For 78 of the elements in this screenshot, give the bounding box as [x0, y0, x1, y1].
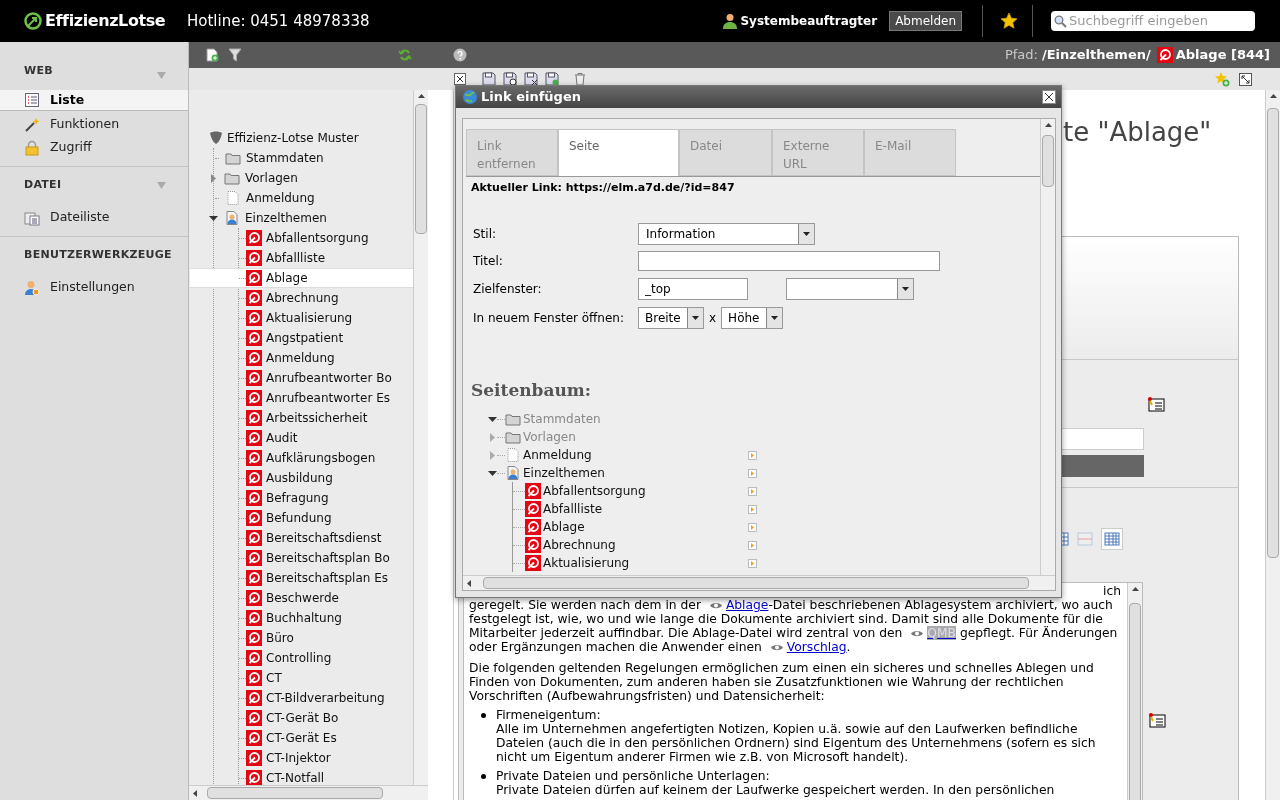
field-label: In neuem Fenster öffnen: — [473, 309, 625, 327]
page-heading: te "Ablage" — [1063, 115, 1212, 149]
tree-item[interactable]: Abfallentsorgung — [543, 482, 646, 500]
tree-item[interactable]: Ablage — [190, 268, 413, 288]
tree-item[interactable]: Angstpatient — [190, 328, 413, 348]
list-item-text: Private Dateien dürfen auf keinem der Laufwerke gespeichert werden. In den persönlichen — [496, 783, 1055, 797]
tree-item[interactable]: Audit — [190, 428, 413, 448]
section-heading: BENUTZERWERKZEUGE — [24, 247, 172, 264]
tree-item[interactable]: Büro — [190, 628, 413, 648]
field-label: Stil: — [473, 225, 498, 243]
link[interactable]: Ablage — [725, 598, 769, 612]
tree-item[interactable]: Abrechnung — [190, 288, 413, 308]
tree-item[interactable]: Abrechnung — [543, 536, 616, 554]
field-label: Titel: — [473, 252, 504, 270]
tree-item[interactable]: Anrufbeantworter Bo — [190, 368, 413, 388]
tree-item[interactable]: Arbeitssicherheit — [190, 408, 413, 428]
list-item-title: Private Dateien und persönliche Unterlagen: — [496, 769, 771, 783]
tree-item[interactable]: Ausbildung — [190, 468, 413, 488]
tree-item[interactable]: Aktualisierung — [190, 308, 413, 328]
path-folder[interactable]: /Einzelthemen/ — [1041, 45, 1151, 65]
link[interactable]: Vorschlag — [786, 640, 847, 654]
dialog-title: Link einfügen — [481, 88, 581, 107]
tree-item[interactable]: Anrufbeantworter Es — [190, 388, 413, 408]
field-label: Zielfenster: — [473, 280, 543, 298]
hotline-text: Hotline: 0451 48978338 — [187, 10, 370, 32]
paragraph: geregelt. Sie werden nach dem in der Ablage-Datei beschriebenen Ablagesystem archiviert, wo auch festgelegt ist, wie, wo und wie lange die Dokumente archiviert sind. Damit sind alle Dokumente für die Mitarbeiter jederzeit auffindbar. Die Ablage-Datei wird zentral von den QMB gepflegt. Für Änderungen oder Ergänzungen machen die Anwender einen Vorschlag. — [469, 598, 1119, 654]
logout-button[interactable]: Abmelden — [889, 11, 962, 31]
search-field[interactable]: Suchbegriff eingeben — [1051, 11, 1255, 31]
tree-item[interactable]: Beschwerde — [190, 588, 413, 608]
tree-item[interactable]: Anmeldung — [209, 188, 413, 208]
tree-item[interactable]: Befragung — [190, 488, 413, 508]
dropdown[interactable]: Breite — [638, 306, 704, 329]
path-page[interactable]: Ablage [844] — [1175, 45, 1270, 65]
tree-item[interactable]: Befundung — [190, 508, 413, 528]
tree-item[interactable]: CT-Bildverarbeitung — [190, 688, 413, 708]
sidebar-item[interactable]: Dateiliste — [0, 206, 188, 229]
tree-item[interactable]: Einzelthemen — [209, 208, 413, 228]
tree-item[interactable]: Abfallentsorgung — [190, 228, 413, 248]
section-heading: WEB — [24, 62, 53, 79]
logo-text[interactable]: EffizienzLotse — [45, 9, 166, 33]
tree-item[interactable]: Bereitschaftsdienst — [190, 528, 413, 548]
paragraph: Die folgenden geltenden Regelungen ermöglichen zum einen ein sicheres und schnelles Ablegen und Finden von Dokumenten, zum anderen haben sie Zusatzfunktionen wie Wahrung der rechtlichen Vorschriften (Aufbewahrungsfristen) und Datensicherheit: — [469, 661, 1095, 703]
tree-item[interactable]: Aktualisierung — [543, 554, 630, 572]
tree-item[interactable]: Abfallliste — [190, 248, 413, 268]
tree-item[interactable]: Abfallliste — [543, 500, 603, 518]
tree-item[interactable]: CT-Injektor — [190, 748, 413, 768]
separator-text: x — [709, 309, 717, 327]
sidebar-item[interactable]: Zugriff — [0, 136, 188, 159]
sidebar-item[interactable]: Funktionen — [0, 113, 188, 136]
dropdown[interactable]: Höhe — [721, 306, 784, 329]
tree-item[interactable]: Stammdaten — [209, 148, 413, 168]
tree-item[interactable]: Ablage — [543, 518, 585, 536]
text-fragment: ich — [1103, 584, 1121, 598]
sidebar-item[interactable]: Einstellungen — [0, 276, 188, 299]
user-name[interactable]: Systembeauftragter — [740, 12, 878, 30]
path-label: Pfad: — [1004, 46, 1038, 65]
tree-item[interactable]: Vorlagen — [209, 168, 413, 188]
tree-item[interactable]: Controlling — [190, 648, 413, 668]
tree-item[interactable]: Einzelthemen — [523, 464, 605, 482]
tree-item[interactable]: Anmeldung — [523, 446, 592, 464]
tree-item[interactable]: Bereitschaftsplan Bo — [190, 548, 413, 568]
tree-item[interactable]: CT-Notfall — [190, 768, 413, 785]
tree-item[interactable]: Effizienz-Lotse Muster — [227, 129, 359, 147]
list-item-text: Alle im Unternehmen angefertigten Notizen, Kopien u.ä. sowie auf den Laufwerken befindliche Dateien (auch die in den persönlichen Ordnern) sind Eigentum des Unternehmens (sofern es sich nicht um Eigentum anderer Firmen wie z.B. von Microsoft handelt). — [496, 722, 1097, 764]
tree-item[interactable]: CT-Gerät Bo — [190, 708, 413, 728]
list-item-title: Firmeneigentum: — [496, 708, 602, 722]
tree-item[interactable]: Anmeldung — [190, 348, 413, 368]
tab[interactable]: Seite — [558, 129, 679, 176]
tree-item[interactable]: Buchhaltung — [190, 608, 413, 628]
tree-item[interactable]: CT-Gerät Es — [190, 728, 413, 748]
dropdown[interactable]: Information — [638, 222, 815, 245]
section-heading: DATEI — [24, 177, 62, 194]
tree-item[interactable]: Aufklärungsbogen — [190, 448, 413, 468]
sidebar-item[interactable]: Liste — [0, 90, 188, 111]
tree-item[interactable]: Bereitschaftsplan Es — [190, 568, 413, 588]
tree-item[interactable]: CT — [190, 668, 413, 688]
input-field[interactable]: _top — [638, 277, 748, 300]
section-title: Seitenbaum: — [470, 378, 593, 402]
